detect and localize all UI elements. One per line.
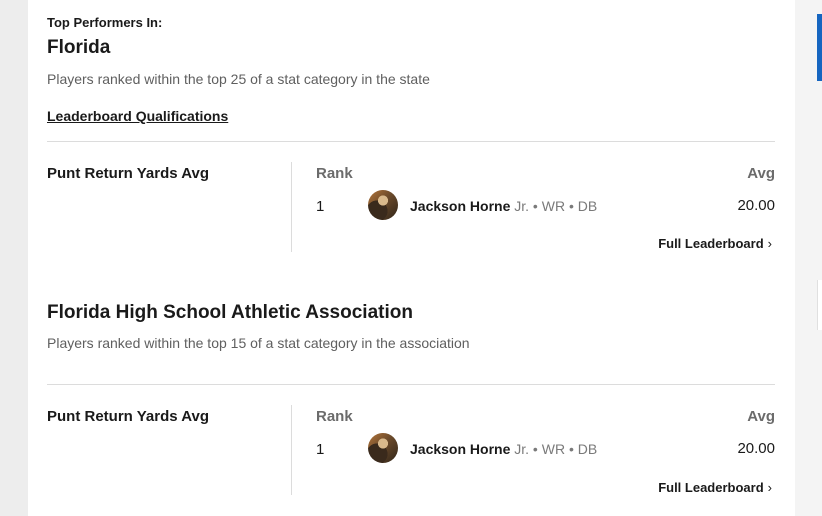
player-avatar[interactable] [368, 190, 398, 220]
column-divider [291, 405, 292, 495]
player-info[interactable]: Jackson Horne Jr. • WR • DB [410, 441, 597, 457]
chevron-right-icon: › [767, 236, 772, 251]
chevron-right-icon: › [767, 480, 772, 495]
full-leaderboard-link[interactable]: Full Leaderboard › [658, 236, 772, 251]
divider [47, 141, 775, 142]
right-rail-panel [817, 280, 822, 330]
section-kicker: Top Performers In: [47, 15, 163, 30]
avg-header: Avg [747, 165, 775, 182]
stat-category-label: Punt Return Yards Avg [47, 408, 209, 425]
player-name[interactable]: Jackson Horne [410, 198, 510, 214]
player-name[interactable]: Jackson Horne [410, 441, 510, 457]
full-leaderboard-link[interactable]: Full Leaderboard › [658, 480, 772, 495]
avg-value: 20.00 [737, 440, 775, 457]
column-divider [291, 162, 292, 252]
rank-header: Rank [316, 408, 353, 425]
player-avatar[interactable] [368, 433, 398, 463]
state-description: Players ranked within the top 25 of a st… [47, 71, 430, 87]
association-description: Players ranked within the top 15 of a st… [47, 335, 470, 351]
avg-header: Avg [747, 408, 775, 425]
avg-value: 20.00 [737, 197, 775, 214]
rank-header: Rank [316, 165, 353, 182]
rank-value: 1 [316, 198, 325, 215]
player-meta: Jr. • WR • DB [514, 441, 598, 457]
divider [47, 384, 775, 385]
right-rail-accent [817, 14, 822, 81]
full-leaderboard-label: Full Leaderboard [658, 236, 764, 251]
full-leaderboard-label: Full Leaderboard [658, 480, 764, 495]
leaderboard-qualifications-link[interactable]: Leaderboard Qualifications [47, 108, 228, 124]
player-info[interactable]: Jackson Horne Jr. • WR • DB [410, 198, 597, 214]
rank-value: 1 [316, 441, 325, 458]
state-title: Florida [47, 37, 111, 58]
player-meta: Jr. • WR • DB [514, 198, 598, 214]
association-title: Florida High School Athletic Association [47, 302, 413, 323]
stat-category-label: Punt Return Yards Avg [47, 165, 209, 182]
